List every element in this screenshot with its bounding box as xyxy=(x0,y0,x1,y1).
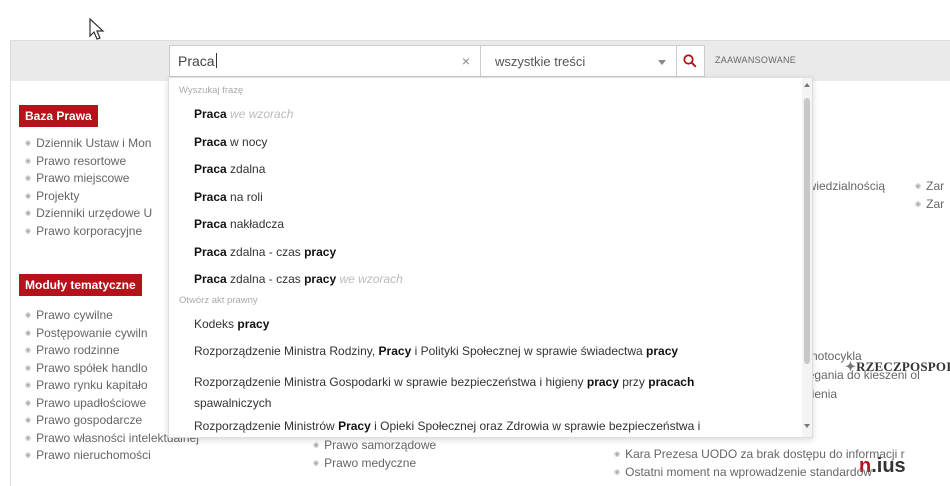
suggestion-item[interactable]: Praca nakładcza xyxy=(194,217,284,231)
search-bar: Praca × wszystkie treści ZAAWANSOWANE xyxy=(11,41,950,81)
list-item[interactable]: Prawo resortowe xyxy=(25,153,152,171)
list-item[interactable]: Prawo medyczne xyxy=(313,455,436,473)
list-item[interactable]: Prawo korporacyjne xyxy=(25,223,152,241)
list-item[interactable]: Prawo samorządowe xyxy=(313,437,436,455)
scroll-up-icon[interactable] xyxy=(804,83,810,87)
baza-prawa-label[interactable]: Baza Prawa xyxy=(19,105,98,127)
act-item[interactable]: Rozporządzenie Ministrów Pracy i Opieki … xyxy=(194,419,700,433)
act-item[interactable]: Rozporządzenie Ministra Gospodarki w spr… xyxy=(194,372,784,414)
news-fragment: sięgania do kieszeni ol xyxy=(799,368,920,382)
scroll-down-icon[interactable] xyxy=(804,424,810,428)
list-item[interactable]: Dziennik Ustaw i Mon xyxy=(25,135,152,153)
right-text: owiedzialnością xyxy=(801,179,886,193)
scrollbar-thumb[interactable] xyxy=(804,98,810,364)
news-link[interactable]: ◉ Ostatni moment na wprowadzenie standard… xyxy=(614,465,872,479)
act-item[interactable]: Kodeks pracy xyxy=(194,317,269,331)
scope-select-value: wszystkie treści xyxy=(495,54,586,69)
suggestion-item[interactable]: Praca w nocy xyxy=(194,135,267,149)
dropdown-section-header: Wyszukaj frazę xyxy=(179,85,244,96)
autocomplete-dropdown: Wyszukaj frazę Praca we wzorach Praca w … xyxy=(168,77,813,438)
chevron-down-icon xyxy=(658,60,666,65)
suggestion-item[interactable]: Praca zdalna - czas pracy xyxy=(194,245,336,259)
news-fragment: notocykla xyxy=(811,349,862,363)
mouse-cursor-icon xyxy=(89,18,105,40)
search-icon xyxy=(683,54,697,68)
moduly-tematyczne-label[interactable]: Moduły tematyczne xyxy=(19,274,142,296)
list-item[interactable]: Prawo miejscowe xyxy=(25,170,152,188)
text-caret xyxy=(215,53,217,68)
browser-top-area xyxy=(0,0,950,40)
list-item[interactable]: Projekty xyxy=(25,188,152,206)
search-button[interactable] xyxy=(677,45,705,77)
suggestion-item[interactable]: Praca zdalna - czas pracy we wzorach xyxy=(194,272,403,286)
suggestion-item[interactable]: Praca we wzorach xyxy=(194,107,293,121)
suggestion-item[interactable]: Praca zdalna xyxy=(194,162,265,176)
right-link[interactable]: ◉ Zar xyxy=(915,197,944,211)
advanced-search-link[interactable]: ZAAWANSOWANE xyxy=(715,55,796,65)
list-item[interactable]: Dzienniki urzędowe U xyxy=(25,205,152,223)
search-query: Praca xyxy=(178,53,217,69)
news-link[interactable]: ◉ Kara Prezesa UODO za brak dostępu do in… xyxy=(614,447,905,461)
baza-prawa-list: Dziennik Ustaw i Mon Prawo resortowe Pra… xyxy=(25,135,152,240)
clear-icon[interactable]: × xyxy=(462,53,470,69)
right-link[interactable]: ◉ Zar xyxy=(915,179,944,193)
moduly-list-col2: Prawo samorządowe Prawo medyczne xyxy=(313,437,436,472)
scope-select[interactable]: wszystkie treści xyxy=(481,45,677,77)
list-item[interactable]: Prawo nieruchomości xyxy=(25,447,199,465)
act-item[interactable]: Rozporządzenie Ministra Rodziny, Pracy i… xyxy=(194,344,678,358)
suggestion-item[interactable]: Praca na roli xyxy=(194,190,263,204)
dropdown-section-header: Otwórz akt prawny xyxy=(179,295,258,306)
search-input[interactable]: Praca × xyxy=(169,45,481,77)
dropdown-scrollbar[interactable] xyxy=(802,78,812,437)
